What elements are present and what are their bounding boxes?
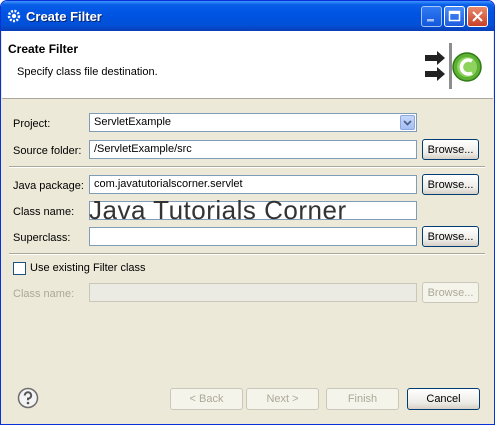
browse-java-package-button[interactable]: Browse... [422, 174, 479, 195]
title-bar[interactable]: Create Filter [1, 1, 494, 31]
browse-source-folder-button[interactable]: Browse... [422, 139, 479, 160]
new-class-wizard-icon [425, 43, 482, 89]
minimize-button[interactable] [421, 6, 442, 27]
close-icon [472, 11, 483, 22]
class-name-field[interactable] [89, 201, 417, 220]
source-folder-field[interactable]: /ServletExample/src [89, 140, 417, 159]
back-button[interactable]: < Back [170, 388, 243, 410]
separator [9, 253, 485, 255]
browse-superclass-button[interactable]: Browse... [422, 226, 479, 247]
superclass-label: Superclass: [13, 232, 71, 244]
header-title: Create Filter [8, 42, 79, 56]
superclass-field[interactable] [89, 227, 417, 246]
source-folder-value: /ServletExample/src [94, 143, 192, 155]
gear-icon [7, 9, 21, 23]
chevron-down-icon[interactable] [400, 115, 415, 130]
header-description: Specify class file destination. [17, 66, 158, 78]
help-icon[interactable] [17, 387, 39, 409]
project-label: Project: [13, 118, 51, 130]
project-combo[interactable]: ServletExample [89, 113, 417, 132]
existing-class-name-field[interactable] [89, 283, 417, 302]
java-package-value: com.javatutorialscorner.servlet [94, 178, 243, 190]
finish-button[interactable]: Finish [326, 388, 399, 410]
browse-existing-class-button[interactable]: Browse... [422, 282, 479, 303]
window-title: Create Filter [26, 9, 102, 24]
close-button[interactable] [467, 6, 488, 27]
java-package-field[interactable]: com.javatutorialscorner.servlet [89, 175, 417, 194]
project-value: ServletExample [94, 116, 172, 128]
source-folder-label: Source folder: [13, 145, 82, 157]
cancel-button[interactable]: Cancel [407, 388, 480, 410]
existing-class-name-label: Class name: [13, 288, 75, 300]
java-package-label: Java package: [13, 180, 84, 192]
maximize-icon [448, 10, 461, 22]
create-filter-dialog: Create Filter Create Filter Specify clas… [0, 0, 495, 425]
minimize-icon [427, 19, 434, 22]
separator [9, 166, 485, 168]
use-existing-filter-checkbox[interactable] [13, 262, 26, 275]
use-existing-filter-label[interactable]: Use existing Filter class [30, 262, 146, 274]
class-name-label: Class name: [13, 206, 75, 218]
next-button[interactable]: Next > [246, 388, 319, 410]
wizard-header: Create Filter Specify class file destina… [2, 31, 493, 99]
maximize-button[interactable] [444, 6, 465, 27]
